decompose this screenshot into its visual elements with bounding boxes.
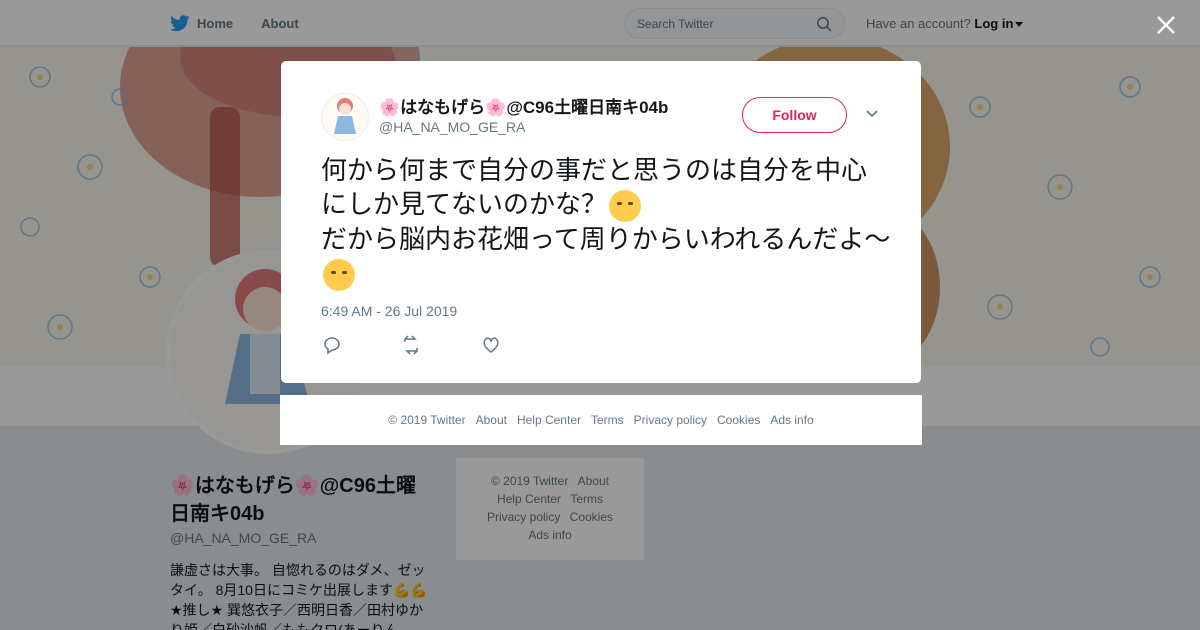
footer-help-center[interactable]: Help Center <box>517 413 581 427</box>
footer-terms[interactable]: Terms <box>591 413 624 427</box>
like-icon[interactable] <box>481 335 561 355</box>
footer-cookies[interactable]: Cookies <box>717 413 760 427</box>
footer-about[interactable]: About <box>476 413 507 427</box>
chevron-down-icon[interactable] <box>865 109 879 119</box>
tweet-text-line1: 何から何まで自分の事だと思うのは自分を中心にしか見てないのかな？ <box>321 155 868 219</box>
close-icon[interactable] <box>1154 13 1178 37</box>
tweet-timestamp[interactable]: 6:49 AM - 26 Jul 2019 <box>321 303 457 319</box>
tweet-actions <box>321 335 561 355</box>
tweet-author-avatar[interactable] <box>321 93 369 141</box>
relieved-face-icon <box>323 259 355 292</box>
tweet-text-line2: だから脳内お花畑って周りからいわれるんだよ～ <box>321 224 891 255</box>
thinking-face-icon <box>609 190 642 223</box>
footer-copyright: © 2019 Twitter <box>388 413 466 427</box>
follow-button[interactable]: Follow <box>742 97 847 133</box>
reply-icon[interactable] <box>321 335 401 355</box>
retweet-icon[interactable] <box>401 335 481 355</box>
tweet-modal: 🌸はなもげら🌸@C96土曜日南キ04b @HA_NA_MO_GE_RA Foll… <box>281 61 921 383</box>
author-avatar-illustration <box>334 98 356 134</box>
modal-footer: © 2019 Twitter About Help Center Terms P… <box>280 395 922 445</box>
tweet-text: 何から何まで自分の事だと思うのは自分を中心にしか見てないのかな？ だから脳内お花… <box>321 153 891 292</box>
footer-privacy[interactable]: Privacy policy <box>634 413 707 427</box>
tweet-author-name[interactable]: 🌸はなもげら🌸@C96土曜日南キ04b <box>379 93 668 118</box>
footer-ads-info[interactable]: Ads info <box>770 413 813 427</box>
tweet-author-handle[interactable]: @HA_NA_MO_GE_RA <box>379 119 525 135</box>
